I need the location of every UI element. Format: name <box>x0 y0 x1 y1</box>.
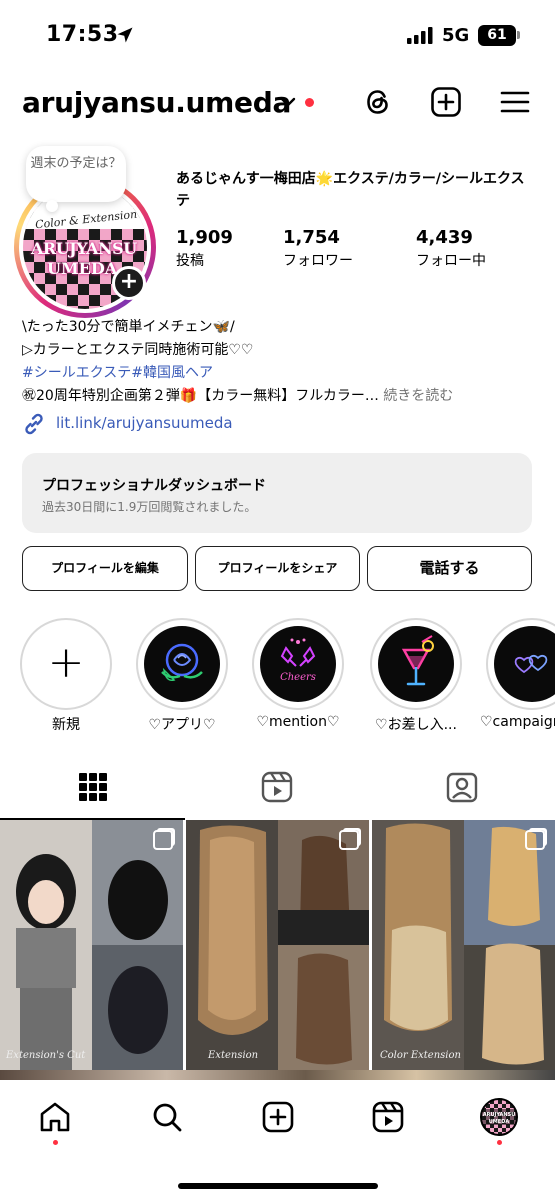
svg-text:Cheers: Cheers <box>280 672 316 683</box>
home-notification-dot <box>53 1140 58 1145</box>
add-story-plus-icon[interactable]: + <box>112 266 146 300</box>
bio: \たった30分で簡単イメチェン🦋/ ▷カラーとエクステ同時施術可能♡♡ #シール… <box>22 316 542 408</box>
reels-tab-icon[interactable] <box>260 770 294 804</box>
stat-followers[interactable]: 1,754 フォロワー <box>283 227 353 270</box>
notification-dot <box>305 98 314 107</box>
status-bar: 17:53 5G 61 <box>0 0 555 70</box>
neon-hearts-icon <box>514 655 548 674</box>
menu-icon[interactable] <box>499 86 531 118</box>
read-more-link[interactable]: 続きを読む <box>383 388 453 404</box>
battery-level: 61 <box>478 25 516 46</box>
plus-icon: + <box>47 637 85 688</box>
reels-icon[interactable] <box>371 1100 405 1134</box>
highlight-app[interactable]: ♡アプリ♡ <box>136 618 228 733</box>
svg-text:Extension's Cut: Extension's Cut <box>5 1050 86 1061</box>
bottom-navigation: ARUJYANSU UMEDA <box>0 1080 555 1200</box>
grid-tab-icon[interactable] <box>76 770 110 804</box>
display-name: あるじゃんす一梅田店🌟エクステ/カラー/シールエクステ <box>176 171 525 209</box>
create-post-icon[interactable] <box>430 86 462 118</box>
posts-grid: Extension's Cut Extension Color Extensio… <box>0 820 555 1082</box>
professional-dashboard[interactable]: プロフェッショナルダッシュボード 過去30日間に1.9万回閲覧されました。 <box>22 453 532 533</box>
profile-notification-dot <box>497 1140 502 1145</box>
network-type: 5G <box>442 25 470 46</box>
note-bubble[interactable]: 週末の予定は？ <box>26 146 126 202</box>
bio-line: ㊗20周年特別企画第２弾🎁【カラー無料】フルカラー… 続きを読む <box>22 388 454 404</box>
home-icon[interactable] <box>38 1100 72 1134</box>
call-button[interactable]: 電話する <box>367 546 532 591</box>
svg-text:Extension: Extension <box>207 1050 258 1061</box>
neon-rose-icon <box>161 643 203 682</box>
profile-link-text[interactable]: lit.link/arujyansuumeda <box>56 414 233 432</box>
location-arrow-icon <box>117 27 133 43</box>
post-thumbnail[interactable]: Extension's Cut <box>0 820 183 1070</box>
threads-icon[interactable] <box>362 86 394 118</box>
highlight-mention[interactable]: Cheers ♡mention♡ <box>252 618 344 730</box>
neon-cheers-icon: Cheers <box>280 638 316 683</box>
svg-text:UMEDA: UMEDA <box>489 1119 510 1125</box>
post-thumbnail[interactable]: Extension <box>186 820 369 1070</box>
svg-text:Color Extension: Color Extension <box>380 1050 461 1061</box>
highlight-campaign[interactable]: ♡campaign <box>480 618 555 730</box>
chevron-down-icon[interactable] <box>280 96 296 108</box>
edit-profile-button[interactable]: プロフィールを編集 <box>22 546 188 591</box>
multiple-images-icon <box>153 830 173 850</box>
create-icon[interactable] <box>261 1100 295 1134</box>
dashboard-title: プロフェッショナルダッシュボード <box>42 478 266 494</box>
post-image: Extension <box>186 820 369 1070</box>
battery-tip <box>517 31 520 39</box>
svg-text:ARUJYANSU: ARUJYANSU <box>483 1112 516 1118</box>
dashboard-subtitle: 過去30日間に1.9万回閲覧されました。 <box>42 500 257 514</box>
multiple-images-icon <box>339 830 359 850</box>
post-thumbnail[interactable]: Color Extension <box>372 820 555 1070</box>
stat-following[interactable]: 4,439 フォロー中 <box>416 227 486 270</box>
home-indicator <box>178 1183 378 1189</box>
tagged-tab-icon[interactable] <box>445 770 479 804</box>
post-image: Extension's Cut <box>0 820 183 1070</box>
bio-line: ▷カラーとエクステ同時施術可能♡♡ <box>22 342 254 358</box>
cellular-signal-icon <box>407 27 433 44</box>
link-icon <box>25 413 43 435</box>
neon-cocktail-icon <box>401 635 434 686</box>
post-image: Color Extension <box>372 820 555 1070</box>
share-profile-button[interactable]: プロフィールをシェア <box>195 546 360 591</box>
note-bubble-tail <box>46 200 58 212</box>
profile-tab-avatar[interactable]: ARUJYANSU UMEDA <box>480 1098 518 1136</box>
username-switcher[interactable]: arujyansu.umeda <box>22 86 291 119</box>
multiple-images-icon <box>525 830 545 850</box>
clock: 17:53 <box>46 22 119 47</box>
bio-hashtags[interactable]: #シールエクステ#韓国風ヘア <box>22 362 542 385</box>
highlight-gifts[interactable]: ♡お差し入... <box>370 618 462 733</box>
bio-line: \たった30分で簡単イメチェン🦋/ <box>22 319 235 335</box>
search-icon[interactable] <box>150 1100 184 1134</box>
stat-posts[interactable]: 1,909 投稿 <box>176 227 233 270</box>
highlight-new[interactable]: + 新規 <box>20 618 112 733</box>
